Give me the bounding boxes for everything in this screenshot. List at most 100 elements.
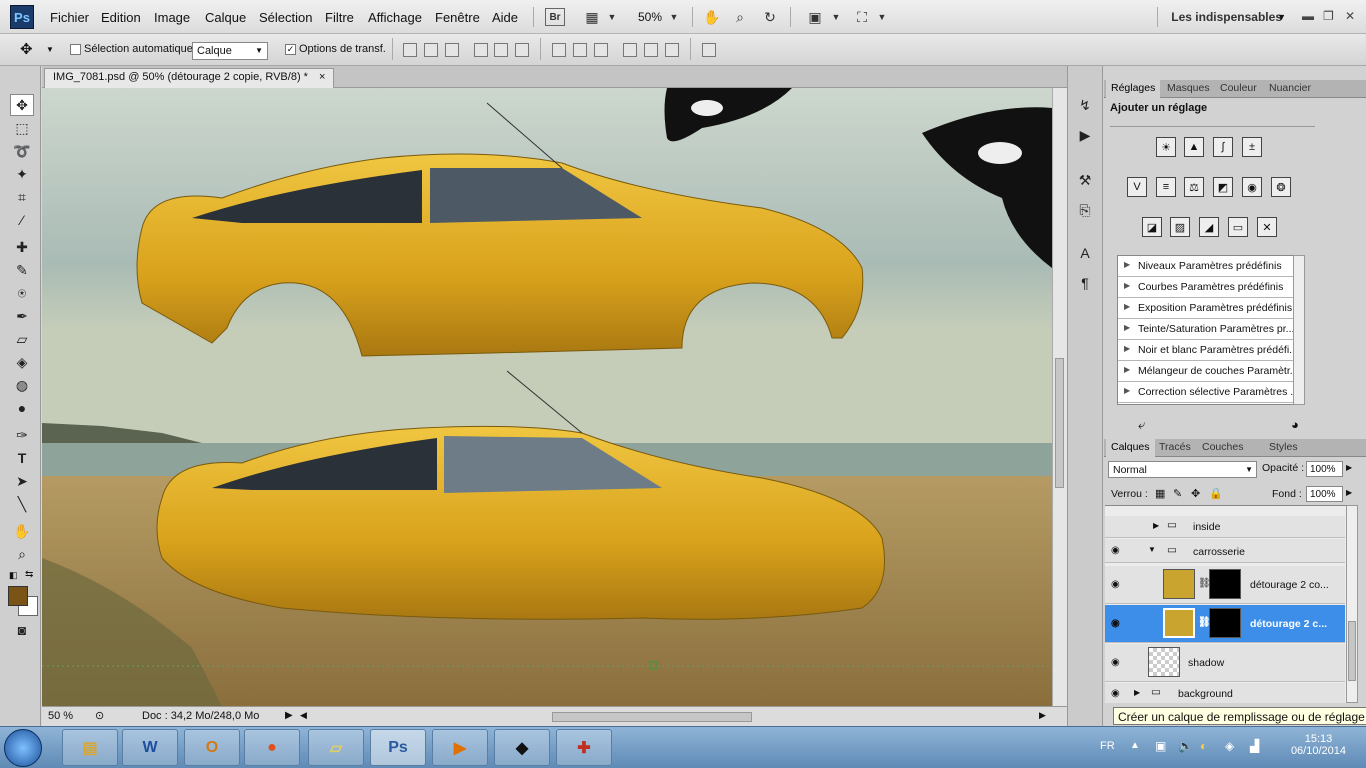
clone-source-icon[interactable]: ⎘ (1075, 200, 1095, 220)
lasso-tool-icon[interactable]: ➰ (10, 140, 34, 162)
menu-selection[interactable]: Sélection (259, 10, 312, 25)
tool-presets-icon[interactable]: ⚒ (1075, 170, 1095, 190)
language-indicator[interactable]: FR (1100, 740, 1115, 752)
tab-styles[interactable]: Styles (1264, 439, 1303, 457)
presets-scrollbar[interactable] (1293, 255, 1305, 405)
menu-calque[interactable]: Calque (205, 10, 246, 25)
layer-row-detourage-copie[interactable]: ◉ ⛓ détourage 2 co... (1105, 566, 1345, 604)
network-icon[interactable]: ◈ (1225, 739, 1234, 753)
chevron-down-icon[interactable]: ▼ (872, 8, 892, 26)
auto-select-checkbox[interactable] (70, 44, 81, 55)
status-zoom[interactable]: 50 % (48, 710, 73, 722)
auto-select-target-dropdown[interactable]: Calque ▼ (192, 42, 268, 60)
document-canvas[interactable] (42, 88, 1052, 706)
distribute-bottom-icon[interactable] (594, 43, 608, 57)
lock-pixels-icon[interactable]: ✎ (1173, 487, 1182, 500)
magic-wand-tool-icon[interactable]: ✦ (10, 163, 34, 185)
align-right-icon[interactable] (515, 43, 529, 57)
word-taskbar-icon[interactable]: W (122, 729, 178, 766)
fill-arrow-icon[interactable]: ▶ (1346, 488, 1352, 497)
character-panel-icon[interactable]: A (1075, 243, 1095, 263)
history-brush-tool-icon[interactable]: ✒ (10, 305, 34, 327)
swap-colors-icon[interactable]: ⇆ (25, 569, 33, 580)
dodge-tool-icon[interactable]: ● (10, 397, 34, 419)
foreground-color-swatch[interactable] (8, 586, 28, 606)
collapse-arrow-icon[interactable]: ▼ (1148, 545, 1156, 554)
tray-chrome-icon[interactable]: ◐ (1200, 739, 1207, 753)
volume-icon[interactable]: 🔈 (1178, 739, 1193, 753)
blur-tool-icon[interactable]: ◍ (10, 374, 34, 396)
scroll-left-icon[interactable]: ◀ (300, 710, 307, 721)
hand-tool-icon[interactable]: ✋ (10, 520, 34, 542)
restore-icon[interactable]: ❐ (1323, 9, 1334, 23)
layer-mask-thumbnail[interactable] (1209, 608, 1241, 638)
brush-tool-icon[interactable]: ✎ (10, 259, 34, 281)
expand-arrow-icon[interactable]: ▶ (1153, 521, 1159, 530)
signal-icon[interactable]: ▟ (1250, 739, 1259, 753)
eye-icon[interactable]: ◉ (1111, 688, 1120, 699)
clone-stamp-tool-icon[interactable]: ⍟ (10, 282, 34, 304)
canvas-vertical-scrollbar[interactable] (1052, 88, 1067, 706)
preset-courbes[interactable]: Courbes Paramètres prédéfinis (1118, 277, 1304, 298)
eye-icon[interactable]: ◉ (1111, 618, 1120, 629)
minibridge-icon[interactable]: ▦ (582, 8, 602, 26)
exposure-icon[interactable]: ± (1242, 137, 1262, 157)
lock-all-icon[interactable]: 🔒 (1209, 487, 1223, 500)
layers-scrollbar[interactable] (1346, 505, 1358, 703)
chevron-down-icon[interactable]: ▼ (46, 45, 54, 54)
type-tool-icon[interactable]: T (10, 447, 34, 469)
tab-couleur[interactable]: Couleur (1215, 80, 1262, 98)
levels-icon[interactable]: ▲ (1184, 137, 1204, 157)
gradient-map-icon[interactable]: ▭ (1228, 217, 1248, 237)
hue-saturation-icon[interactable]: ≡ (1156, 177, 1176, 197)
zoom-tool-icon[interactable]: ⌕ (730, 8, 750, 26)
layer-row-detourage-selected[interactable]: ◉ ⛓ détourage 2 c... (1105, 605, 1345, 643)
posterize-icon[interactable]: ▨ (1170, 217, 1190, 237)
actions-panel-icon[interactable]: ▶ (1075, 125, 1095, 145)
tab-nuancier[interactable]: Nuancier (1264, 80, 1316, 98)
layer-row-shadow[interactable]: ◉ shadow (1105, 644, 1345, 682)
line-tool-icon[interactable]: ╲ (10, 493, 34, 515)
distribute-right-icon[interactable] (665, 43, 679, 57)
eye-icon[interactable]: ◉ (1111, 579, 1120, 590)
chevron-down-icon[interactable]: ▼ (1277, 12, 1286, 22)
threshold-icon[interactable]: ◢ (1199, 217, 1219, 237)
clip-to-layer-icon[interactable]: ◕ (1291, 417, 1299, 432)
transform-controls-checkbox[interactable]: ✓ (285, 44, 296, 55)
align-hcenter-icon[interactable] (494, 43, 508, 57)
tray-expand-icon[interactable]: ▲ (1130, 740, 1140, 751)
close-tab-icon[interactable]: × (319, 71, 325, 83)
distribute-hcenter-icon[interactable] (644, 43, 658, 57)
menu-image[interactable]: Image (154, 10, 190, 25)
eye-icon[interactable]: ◉ (1111, 657, 1120, 668)
fill-field[interactable]: 100% (1306, 486, 1343, 502)
curves-icon[interactable]: ∫ (1213, 137, 1233, 157)
layer-row-background[interactable]: ◉ ▶ ▭ background (1105, 683, 1345, 703)
lock-position-icon[interactable]: ✥ (1191, 487, 1200, 500)
menu-affichage[interactable]: Affichage (368, 10, 422, 25)
photo-filter-icon[interactable]: ◉ (1242, 177, 1262, 197)
tab-masques[interactable]: Masques (1162, 80, 1215, 98)
channel-mixer-icon[interactable]: ❂ (1271, 177, 1291, 197)
status-arrow-icon[interactable]: ▶ (285, 710, 293, 721)
app-taskbar-icon[interactable]: ✚ (556, 729, 612, 766)
eye-icon[interactable]: ◉ (1111, 545, 1120, 556)
tab-reglages[interactable]: Réglages (1106, 80, 1161, 98)
menu-aide[interactable]: Aide (492, 10, 518, 25)
menu-fenetre[interactable]: Fenêtre (435, 10, 480, 25)
preset-exposition[interactable]: Exposition Paramètres prédéfinis (1118, 298, 1304, 319)
sticky-notes-taskbar-icon[interactable]: ▱ (308, 729, 364, 766)
path-selection-tool-icon[interactable]: ➤ (10, 470, 34, 492)
scroll-right-icon[interactable]: ▶ (1039, 710, 1046, 721)
opacity-arrow-icon[interactable]: ▶ (1346, 463, 1352, 472)
default-colors-icon[interactable]: ◧ (9, 570, 18, 581)
preset-correction-selective[interactable]: Correction sélective Paramètres ... (1118, 382, 1304, 403)
crop-tool-icon[interactable]: ⌗ (10, 186, 34, 208)
healing-brush-tool-icon[interactable]: ✚ (10, 236, 34, 258)
return-to-list-icon[interactable]: ⤶ (1138, 417, 1145, 433)
opacity-field[interactable]: 100% (1306, 461, 1343, 477)
layer-row-carrosserie[interactable]: ◉ ▼ ▭ carrosserie (1105, 539, 1345, 563)
quick-mask-icon[interactable]: ◙ (10, 619, 34, 641)
zoom-level[interactable]: 50% (638, 10, 662, 24)
selective-color-icon[interactable]: ✕ (1257, 217, 1277, 237)
